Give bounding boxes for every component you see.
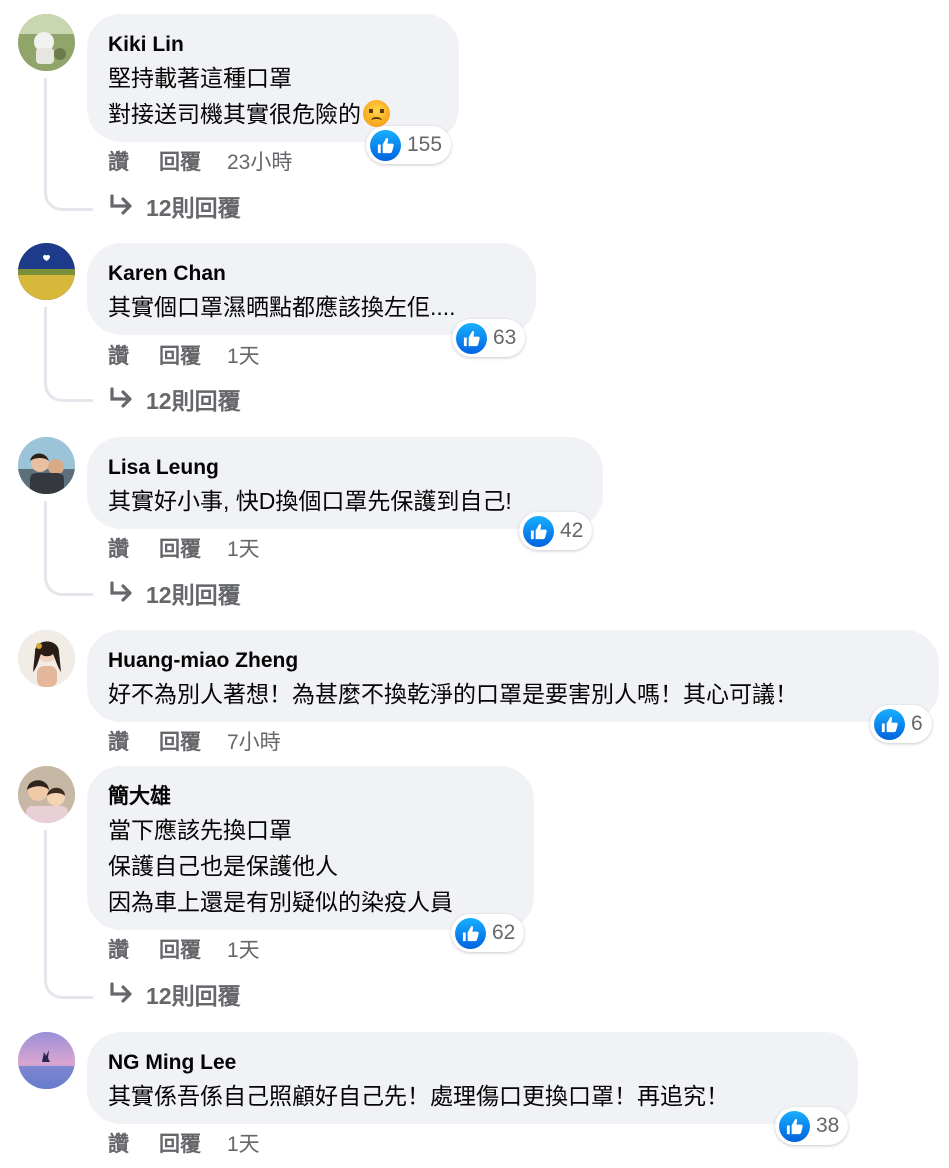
reply-arrow-icon xyxy=(110,581,132,602)
like-button[interactable]: 讚 xyxy=(108,726,129,756)
avatar[interactable] xyxy=(18,1032,75,1089)
comment-text-line: 堅持載著這種口罩 xyxy=(108,65,292,91)
comment-author[interactable]: Kiki Lin xyxy=(108,30,437,60)
reaction-count: 42 xyxy=(560,519,584,542)
comment-author[interactable]: NG Ming Lee xyxy=(108,1048,836,1078)
view-replies-button[interactable]: 12則回覆 xyxy=(108,382,241,416)
comment-text-line: 其實個口罩濕晒點都應該換左佢.... xyxy=(108,294,456,320)
comment-text-line: 其實好小事, 快D換個口罩先保護到自己! xyxy=(108,488,512,514)
reaction-badge[interactable]: 155 xyxy=(366,126,452,164)
reply-arrow-icon xyxy=(110,387,132,408)
comment-actions: 讚 回覆 1天 xyxy=(108,533,260,563)
comment-timestamp[interactable]: 1天 xyxy=(227,1128,260,1158)
comment-timestamp[interactable]: 23小時 xyxy=(227,146,292,176)
comment-actions: 讚 回覆 7小時 xyxy=(108,726,281,756)
reaction-badge[interactable]: 38 xyxy=(775,1107,849,1145)
comment-bubble: 簡大雄 當下應該先換口罩 保護自己也是保護他人 因為車上還是有別疑似的染疫人員 xyxy=(87,766,534,930)
reply-button[interactable]: 回覆 xyxy=(159,934,201,964)
comment-author[interactable]: Huang-miao Zheng xyxy=(108,646,917,676)
avatar[interactable] xyxy=(18,14,75,71)
reaction-badge[interactable]: 6 xyxy=(870,705,932,743)
replies-count-label: 12則回覆 xyxy=(146,582,241,608)
thumbs-up-icon xyxy=(523,515,554,547)
comment-timestamp[interactable]: 1天 xyxy=(227,934,260,964)
thumbs-up-icon xyxy=(370,129,401,161)
replies-count-label: 12則回覆 xyxy=(146,388,241,414)
thumbs-up-icon xyxy=(455,917,486,949)
reaction-badge[interactable]: 62 xyxy=(451,914,525,952)
comment-bubble: Huang-miao Zheng 好不為別人著想！為甚麼不換乾淨的口罩是要害別人… xyxy=(87,630,939,722)
like-button[interactable]: 讚 xyxy=(108,533,129,563)
replies-count-label: 12則回覆 xyxy=(146,195,241,221)
thread-line xyxy=(44,78,93,211)
view-replies-button[interactable]: 12則回覆 xyxy=(108,977,241,1011)
avatar[interactable] xyxy=(18,437,75,494)
comment-actions: 讚 回覆 1天 xyxy=(108,340,260,370)
view-replies-button[interactable]: 12則回覆 xyxy=(108,189,241,223)
reply-arrow-icon xyxy=(110,194,132,215)
comment-text-line: 因為車上還是有別疑似的染疫人員 xyxy=(108,889,453,915)
comment-actions: 讚 回覆 1天 xyxy=(108,934,260,964)
avatar[interactable] xyxy=(18,766,75,823)
comment-actions: 讚 回覆 1天 xyxy=(108,1128,260,1158)
reaction-count: 6 xyxy=(911,712,923,735)
reaction-count: 38 xyxy=(816,1114,840,1137)
comment-timestamp[interactable]: 7小時 xyxy=(227,726,281,756)
reply-arrow-icon xyxy=(110,982,132,1003)
comment-text-line: 好不為別人著想！為甚麼不換乾淨的口罩是要害別人嗎！其心可議！ xyxy=(108,681,798,707)
comment-author[interactable]: Karen Chan xyxy=(108,259,514,289)
comment-text-line: 其實係吾係自己照顧好自己先！處理傷口更換口罩！再追究！ xyxy=(108,1083,729,1109)
reaction-count: 63 xyxy=(493,326,517,349)
comment-author[interactable]: Lisa Leung xyxy=(108,453,581,483)
reaction-badge[interactable]: 42 xyxy=(519,512,593,550)
angry-face-emoji-icon xyxy=(363,100,390,127)
thumbs-up-icon xyxy=(874,708,905,740)
thread-line xyxy=(44,501,93,596)
comment-timestamp[interactable]: 1天 xyxy=(227,340,260,370)
replies-count-label: 12則回覆 xyxy=(146,983,241,1009)
reply-button[interactable]: 回覆 xyxy=(159,146,201,176)
comment-text-line: 保護自己也是保護他人 xyxy=(108,853,338,879)
comment-text-line: 當下應該先換口罩 xyxy=(108,817,292,843)
comment-actions: 讚 回覆 23小時 xyxy=(108,146,292,176)
reply-button[interactable]: 回覆 xyxy=(159,1128,201,1158)
thumbs-up-icon xyxy=(779,1110,810,1142)
comment-bubble: Kiki Lin 堅持載著這種口罩 對接送司機其實很危險的 xyxy=(87,14,459,142)
like-button[interactable]: 讚 xyxy=(108,1128,129,1158)
avatar[interactable] xyxy=(18,630,75,687)
thread-line xyxy=(44,307,93,402)
like-button[interactable]: 讚 xyxy=(108,340,129,370)
reply-button[interactable]: 回覆 xyxy=(159,726,201,756)
reaction-count: 155 xyxy=(407,133,443,156)
comment-timestamp[interactable]: 1天 xyxy=(227,533,260,563)
comment-bubble: NG Ming Lee 其實係吾係自己照顧好自己先！處理傷口更換口罩！再追究！ xyxy=(87,1032,858,1124)
like-button[interactable]: 讚 xyxy=(108,934,129,964)
avatar[interactable] xyxy=(18,243,75,300)
reaction-badge[interactable]: 63 xyxy=(452,319,526,357)
reply-button[interactable]: 回覆 xyxy=(159,340,201,370)
thread-line xyxy=(44,830,93,999)
view-replies-button[interactable]: 12則回覆 xyxy=(108,576,241,610)
reply-button[interactable]: 回覆 xyxy=(159,533,201,563)
comment-text-span: 對接送司機其實很危險的 xyxy=(108,101,361,127)
thumbs-up-icon xyxy=(456,322,487,354)
like-button[interactable]: 讚 xyxy=(108,146,129,176)
comment-author[interactable]: 簡大雄 xyxy=(108,782,512,812)
reaction-count: 62 xyxy=(492,921,516,944)
